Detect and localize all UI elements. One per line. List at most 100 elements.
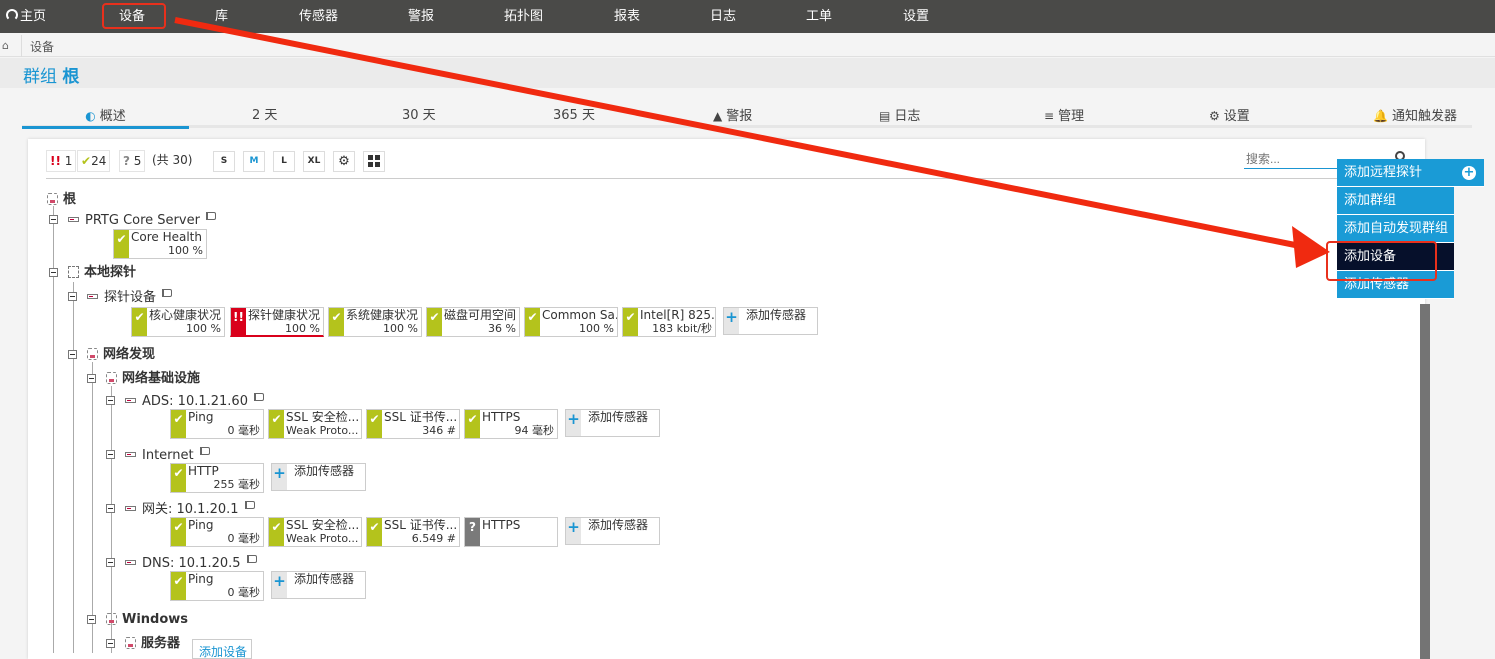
sensor-tile[interactable]: ✔ HTTP 255 毫秒: [170, 463, 264, 493]
sensor-tile[interactable]: ✔ Ping 0 毫秒: [170, 571, 264, 601]
nav-home[interactable]: 主页: [6, 0, 46, 33]
sensor-value: 255 毫秒: [213, 478, 261, 491]
filter-unknown-button[interactable]: ? 5: [119, 150, 146, 172]
plus-icon: +: [566, 410, 581, 436]
collapse-toggle[interactable]: [87, 615, 96, 624]
nav-reports[interactable]: 报表: [614, 0, 640, 33]
collapse-toggle[interactable]: [106, 450, 115, 459]
flag-icon[interactable]: [205, 212, 216, 220]
collapse-toggle[interactable]: [106, 558, 115, 567]
sensor-tile[interactable]: ✔ SSL 证书传... 346 #: [366, 409, 460, 439]
size-l-button[interactable]: L: [273, 151, 295, 172]
flag-icon[interactable]: [244, 501, 255, 509]
tab-365days[interactable]: 365 天: [553, 104, 595, 128]
flag-icon[interactable]: [162, 289, 173, 297]
group-network-discovery[interactable]: 网络发现: [87, 347, 155, 363]
settings-gear-button[interactable]: ⚙: [333, 151, 355, 172]
breadcrumb: ⌂ 设备: [0, 35, 1495, 57]
sensor-tile[interactable]: ✔ SSL 安全检... Weak Proto...: [268, 517, 362, 547]
tab-overview[interactable]: ◐ 概述: [22, 104, 189, 129]
group-windows[interactable]: Windows: [106, 612, 188, 628]
collapse-toggle[interactable]: [106, 639, 115, 648]
size-s-button[interactable]: S: [213, 151, 235, 172]
sensor-name: SSL 证书传...: [384, 519, 458, 532]
device-dns[interactable]: DNS: 10.1.20.5: [125, 555, 257, 572]
filter-down-button[interactable]: !! 1: [46, 150, 77, 172]
add-sensor-button[interactable]: + 添加传感器: [271, 463, 366, 491]
grid-view-button[interactable]: [363, 151, 385, 172]
home-icon[interactable]: ⌂: [2, 39, 16, 53]
add-sensor-button[interactable]: + 添加传感器: [565, 517, 660, 545]
collapse-toggle[interactable]: [49, 268, 58, 277]
tab-settings-label: 设置: [1223, 109, 1250, 124]
nav-tickets[interactable]: 工单: [806, 0, 832, 33]
nav-library[interactable]: 库: [215, 0, 228, 33]
size-m-button[interactable]: M: [243, 151, 265, 172]
tab-bar: ◐ 概述 2 天 30 天 365 天 ▲ 警报 ▤ 日志 ≡ 管理 ⚙ 设置 🔔 通知触发…: [22, 104, 1472, 129]
menu-add-group[interactable]: 添加群组: [1337, 187, 1454, 215]
tab-settings[interactable]: ⚙ 设置: [1209, 104, 1250, 128]
sensor-tile[interactable]: ✔ 磁盘可用空间 36 %: [426, 307, 520, 337]
menu-add-autodiscovery-group[interactable]: 添加自动发现群组: [1337, 215, 1454, 243]
check-icon: ✔: [367, 518, 382, 546]
nav-setup[interactable]: 设置: [903, 0, 929, 33]
scrollbar[interactable]: [1420, 304, 1430, 659]
collapse-toggle[interactable]: [68, 350, 77, 359]
plus-circle-icon[interactable]: +: [1462, 166, 1476, 180]
tab-alarms[interactable]: ▲ 警报: [713, 104, 752, 128]
page-title: 群组 根: [23, 62, 79, 87]
device-gateway[interactable]: 网关: 10.1.20.1: [125, 501, 255, 518]
sensor-tile[interactable]: ✔Core Health ...100 %: [113, 229, 207, 259]
sensor-value: 0 毫秒: [227, 424, 261, 437]
collapse-toggle[interactable]: [106, 396, 115, 405]
flag-icon[interactable]: [199, 447, 210, 455]
collapse-toggle[interactable]: [87, 374, 96, 383]
group-infrastructure[interactable]: 网络基础设施: [106, 371, 200, 387]
size-xl-button[interactable]: XL: [303, 151, 325, 172]
sensor-tile-unknown[interactable]: ? HTTPS: [464, 517, 558, 547]
add-sensor-button[interactable]: + 添加传感器: [565, 409, 660, 437]
sensor-tile[interactable]: ✔ SSL 证书传... 6.549 #: [366, 517, 460, 547]
collapse-toggle[interactable]: [49, 215, 58, 224]
question-icon: ?: [123, 154, 130, 168]
sensor-tile-down[interactable]: !! 探针健康状况 100 %: [230, 307, 324, 337]
sensor-tile[interactable]: ✔ Ping 0 毫秒: [170, 409, 264, 439]
nav-maps[interactable]: 拓扑图: [504, 0, 543, 33]
device-prtg-core-server[interactable]: PRTG Core Server: [68, 212, 216, 229]
nav-logs[interactable]: 日志: [710, 0, 736, 33]
tab-2days[interactable]: 2 天: [252, 104, 277, 128]
probe-local[interactable]: 本地探针: [68, 265, 136, 281]
check-icon: ✔: [329, 308, 344, 336]
sensor-tile[interactable]: ✔ Intel[R] 825... 183 kbit/秒: [622, 307, 716, 337]
device-ads[interactable]: ADS: 10.1.21.60: [125, 393, 264, 410]
collapse-toggle[interactable]: [106, 504, 115, 513]
add-sensor-button[interactable]: + 添加传感器: [271, 571, 366, 599]
sensor-tile[interactable]: ✔ SSL 安全检... Weak Proto...: [268, 409, 362, 439]
nav-alarms[interactable]: 警报: [408, 0, 434, 33]
plus-icon: +: [724, 308, 739, 334]
sensor-tile[interactable]: ✔ 系统健康状况 100 %: [328, 307, 422, 337]
page-title-name: 根: [62, 67, 80, 87]
sensor-tile[interactable]: ✔ HTTPS 94 毫秒: [464, 409, 558, 439]
flag-icon[interactable]: [253, 393, 264, 401]
sensor-tile[interactable]: ✔Common Sa...100 %: [524, 307, 618, 337]
add-device-button[interactable]: 添加设备: [192, 639, 252, 659]
flag-icon[interactable]: [246, 555, 257, 563]
tab-notification-triggers[interactable]: 🔔 通知触发器: [1373, 104, 1457, 128]
collapse-toggle[interactable]: [68, 292, 77, 301]
group-servers[interactable]: 服务器: [125, 636, 180, 652]
menu-add-remote-probe[interactable]: 添加远程探针 +: [1337, 159, 1484, 187]
filter-up-button[interactable]: ✔24: [77, 150, 111, 172]
tab-logs[interactable]: ▤ 日志: [879, 104, 920, 128]
tab-30days[interactable]: 30 天: [402, 104, 436, 128]
device-internet[interactable]: Internet: [125, 447, 210, 464]
tab-management[interactable]: ≡ 管理: [1044, 104, 1084, 128]
device-probe-device[interactable]: 探针设备: [87, 289, 173, 306]
add-sensor-button[interactable]: + 添加传感器: [723, 307, 818, 335]
tree-root[interactable]: 根: [47, 192, 76, 208]
sensor-tile[interactable]: ✔ 核心健康状况 100 %: [131, 307, 225, 337]
device-icon: [87, 294, 98, 299]
breadcrumb-current[interactable]: 设备: [30, 38, 54, 55]
nav-sensors[interactable]: 传感器: [299, 0, 338, 33]
sensor-tile[interactable]: ✔ Ping 0 毫秒: [170, 517, 264, 547]
